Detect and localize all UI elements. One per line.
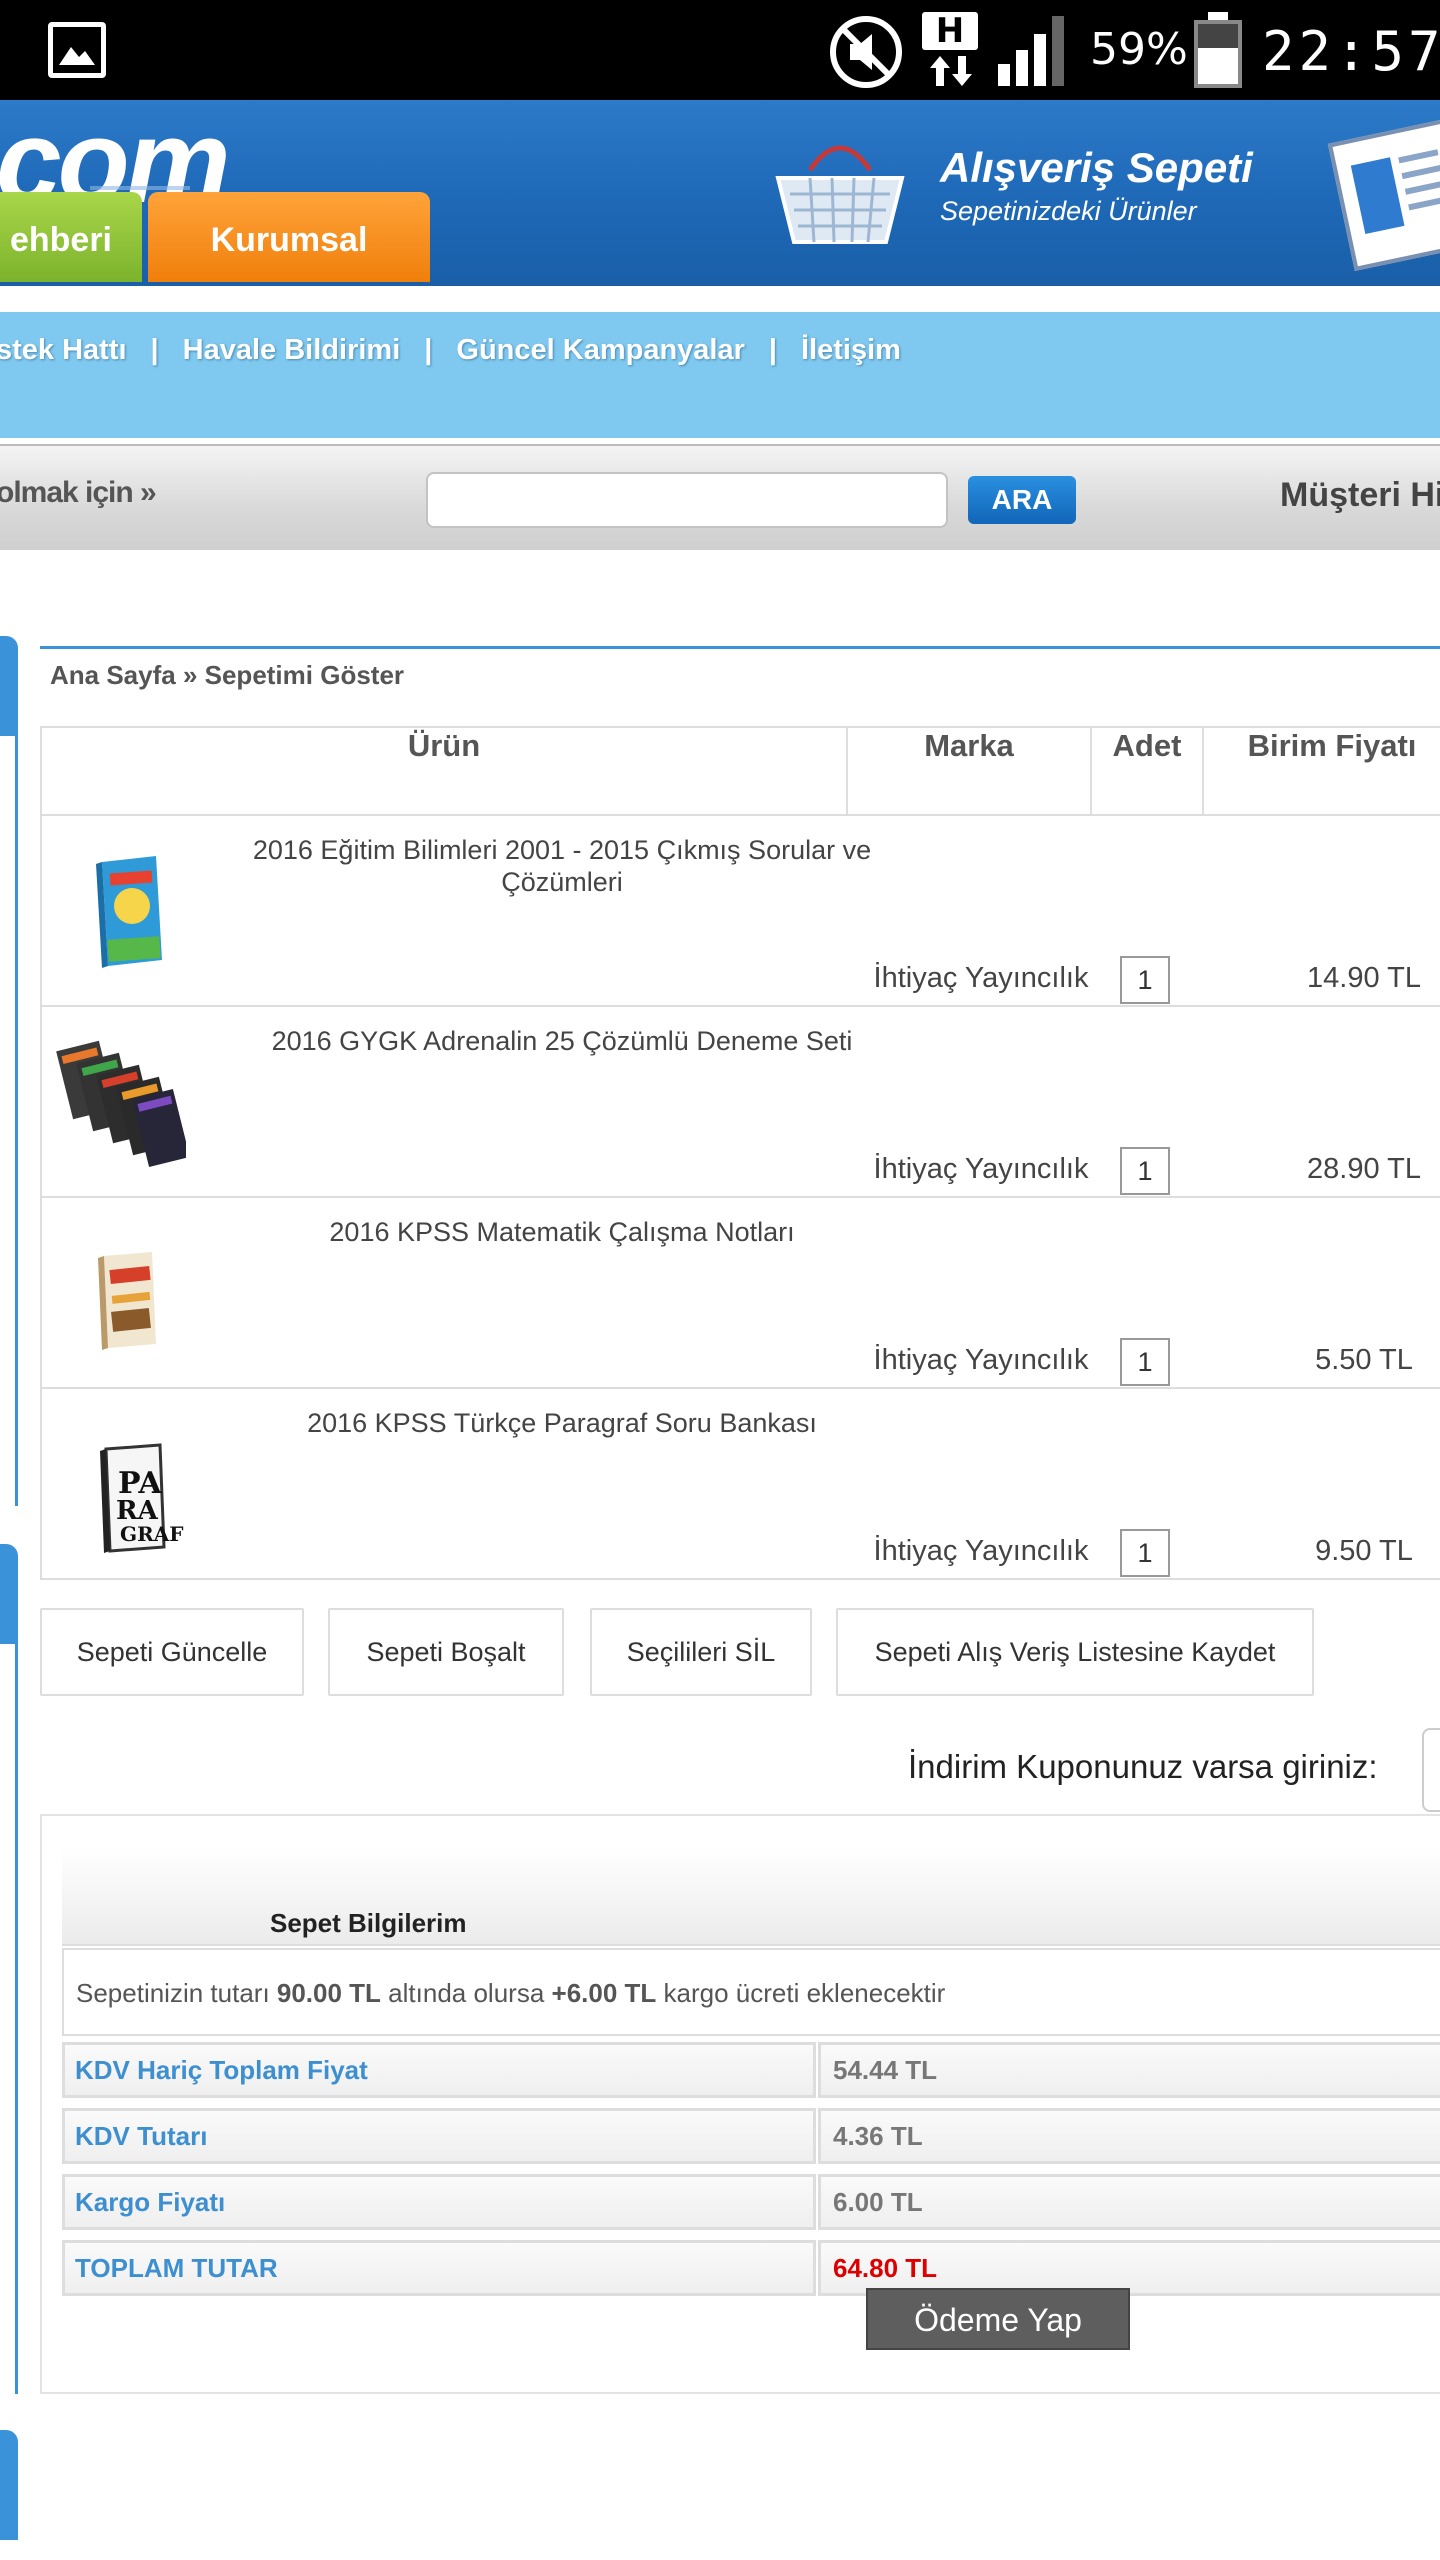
network-type-icon: H <box>920 12 980 88</box>
nav-tab-rehberi[interactable]: ehberi <box>0 192 142 282</box>
customer-service-link[interactable]: Müşteri Hiz <box>1280 476 1440 515</box>
product-brand: İhtiyaç Yayıncılık <box>873 962 1089 994</box>
summary-label: KDV Tutarı <box>62 2108 816 2164</box>
table-row: 2016 GYGK Adrenalin 25 Çözümlü Deneme Se… <box>40 1007 1440 1198</box>
signal-icon <box>998 16 1064 86</box>
summary-row-vat: KDV Tutarı 4.36 TL <box>62 2108 1440 2164</box>
table-row: PA RA GRAF 2016 KPSS Türkçe Paragraf Sor… <box>40 1389 1440 1580</box>
product-name[interactable]: 2016 KPSS Matematik Çalışma Notları <box>222 1216 902 1248</box>
product-image[interactable] <box>56 1025 186 1175</box>
sidebar-tab <box>0 2430 18 2540</box>
summary-value: 54.44 TL <box>818 2042 1440 2098</box>
content-divider <box>40 646 1440 649</box>
sidebar-border <box>0 736 18 1506</box>
link-havale-bildirimi[interactable]: Havale Bildirimi <box>183 334 401 367</box>
quantity-field[interactable]: 1 <box>1120 956 1170 1004</box>
product-name[interactable]: 2016 Eğitim Bilimleri 2001 - 2015 Çıkmış… <box>222 834 902 898</box>
product-image[interactable] <box>56 834 186 984</box>
product-brand: İhtiyaç Yayıncılık <box>873 1535 1089 1567</box>
unit-price: 28.90 TL <box>1307 1153 1421 1185</box>
mute-icon <box>830 16 902 88</box>
empty-cart-button[interactable]: Sepeti Boşalt <box>328 1608 564 1696</box>
summary-label: Kargo Fiyatı <box>62 2174 816 2230</box>
shopping-basket-icon <box>775 145 905 244</box>
shipping-note: Sepetinizin tutarı 90.00 TL altında olur… <box>62 1948 1440 2036</box>
quantity-field[interactable]: 1 <box>1120 1529 1170 1577</box>
shipping-fee: +6.00 TL <box>551 1978 657 2008</box>
site-header: com ehberi Kurumsal Alışveriş Sepeti Sep… <box>0 100 1440 286</box>
shipping-threshold: 90.00 TL <box>276 1978 381 2008</box>
battery-percent: 59% <box>1090 24 1188 75</box>
delete-selected-button[interactable]: Seçilileri SİL <box>590 1608 812 1696</box>
column-header-birim-fiyati: Birim Fiyatı <box>1247 728 1417 763</box>
product-image[interactable]: PA RA GRAF <box>56 1407 186 1557</box>
table-row: 2016 Eğitim Bilimleri 2001 - 2015 Çıkmış… <box>40 816 1440 1007</box>
unit-price: 5.50 TL <box>1315 1344 1413 1376</box>
cart-subtitle: Sepetinizdeki Ürünler <box>940 196 1197 226</box>
product-name[interactable]: 2016 KPSS Türkçe Paragraf Soru Bankası <box>222 1407 902 1439</box>
document-icon <box>1327 118 1440 272</box>
summary-value: 6.00 TL <box>818 2174 1440 2230</box>
sidebar-border <box>0 1644 18 2394</box>
summary-label: TOPLAM TUTAR <box>62 2240 816 2296</box>
save-to-shopping-list-button[interactable]: Sepeti Alış Veriş Listesine Kaydet <box>836 1608 1314 1696</box>
svg-text:GRAF: GRAF <box>120 1522 183 1546</box>
cart-summary: Sepet Bilgilerim Sepetinizin tutarı 90.0… <box>40 1814 1440 2394</box>
summary-title: Sepet Bilgilerim <box>270 1908 467 1938</box>
coupon-label: İndirim Kuponunuz varsa giriniz: <box>908 1748 1378 1785</box>
product-image[interactable] <box>56 1216 186 1366</box>
product-brand: İhtiyaç Yayıncılık <box>873 1153 1089 1185</box>
status-bar: H 59% 22:57 <box>0 0 1440 100</box>
column-header-urun: Ürün <box>42 728 848 816</box>
link-bar: stek Hattı | Havale Bildirimi | Güncel Kampa… <box>0 312 1440 438</box>
search-bar: olmak için » ARA Müşteri Hiz <box>0 444 1440 550</box>
link-iletisim[interactable]: İletişim <box>801 334 901 367</box>
battery-icon <box>1194 12 1242 88</box>
product-brand: İhtiyaç Yayıncılık <box>873 1344 1089 1376</box>
summary-row-shipping: Kargo Fiyatı 6.00 TL <box>62 2174 1440 2230</box>
breadcrumb[interactable]: Ana Sayfa » Sepetimi Göster <box>50 660 404 691</box>
column-header-adet: Adet <box>1092 728 1204 816</box>
sidebar-tab <box>0 1544 18 1644</box>
quantity-field[interactable]: 1 <box>1120 1147 1170 1195</box>
clock: 22:57 <box>1262 20 1440 83</box>
update-cart-button[interactable]: Sepeti Güncelle <box>40 1608 304 1696</box>
network-type-label: H <box>922 12 978 50</box>
summary-header: Sepet Bilgilerim <box>62 1848 1440 1946</box>
summary-row-subtotal: KDV Hariç Toplam Fiyat 54.44 TL <box>62 2042 1440 2098</box>
coupon-input[interactable] <box>1422 1728 1440 1812</box>
member-link[interactable]: olmak için » <box>0 476 157 510</box>
cart-title: Alışveriş Sepeti <box>940 144 1253 191</box>
column-header-marka: Marka <box>848 728 1092 816</box>
link-destek-hatti[interactable]: stek Hattı <box>0 334 127 367</box>
gallery-icon <box>48 22 106 78</box>
table-row: 2016 KPSS Matematik Çalışma Notları İhti… <box>40 1198 1440 1389</box>
quantity-field[interactable]: 1 <box>1120 1338 1170 1386</box>
unit-price: 14.90 TL <box>1307 962 1421 994</box>
cart-table-header: Ürün Marka Adet Birim Fiyatı <box>40 726 1440 816</box>
summary-value: 4.36 TL <box>818 2108 1440 2164</box>
search-input[interactable] <box>426 472 948 528</box>
search-button[interactable]: ARA <box>968 476 1076 524</box>
checkout-button[interactable]: Ödeme Yap <box>866 2288 1130 2350</box>
product-name[interactable]: 2016 GYGK Adrenalin 25 Çözümlü Deneme Se… <box>222 1025 902 1057</box>
link-guncel-kampanyalar[interactable]: Güncel Kampanyalar <box>456 334 745 367</box>
nav-tab-kurumsal[interactable]: Kurumsal <box>148 192 430 282</box>
sidebar-tab <box>0 636 18 736</box>
unit-price: 9.50 TL <box>1315 1535 1413 1567</box>
summary-row-total: TOPLAM TUTAR 64.80 TL <box>62 2240 1440 2296</box>
summary-label: KDV Hariç Toplam Fiyat <box>62 2042 816 2098</box>
